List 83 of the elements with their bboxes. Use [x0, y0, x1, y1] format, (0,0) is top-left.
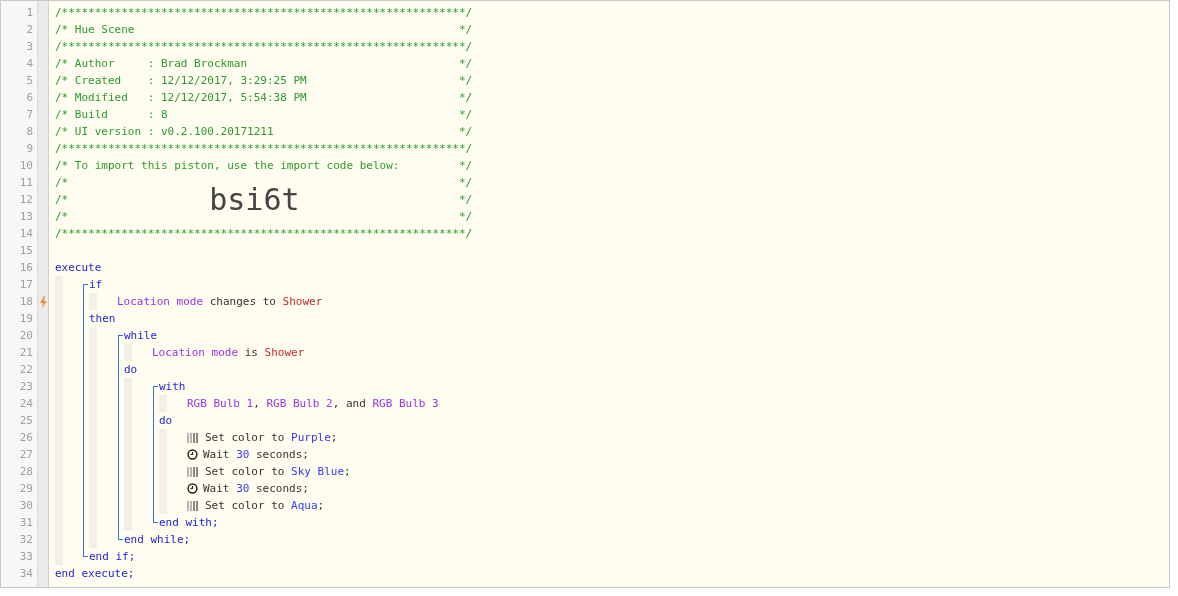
comment-text: */ — [459, 209, 473, 225]
keyword: if — [89, 277, 104, 293]
code-line: Set color to Aqua; — [187, 497, 351, 514]
line-number: 12 — [18, 192, 34, 208]
comment-text: /*************************************************************/ — [55, 141, 473, 157]
code-line: Wait 30 seconds; — [187, 446, 351, 463]
comment-text: /* Hue Scene — [55, 22, 135, 38]
comment-text: */ — [459, 175, 473, 191]
comment-text: */ — [458, 124, 473, 140]
comment-text: */ — [458, 90, 473, 106]
line-number: 26 — [18, 430, 34, 446]
line-number: 20 — [18, 328, 34, 344]
line-number: 29 — [18, 481, 34, 497]
line-number: 28 — [18, 464, 34, 480]
keyword: with — [159, 379, 187, 395]
keyword: end if; — [89, 549, 137, 565]
comment-text: */ — [458, 158, 473, 174]
keyword: then — [89, 311, 117, 327]
keyword: end while; — [124, 532, 192, 548]
code-line: Set color to Sky Blue; — [187, 463, 351, 480]
comment-text: /* Build : 8 — [55, 107, 168, 123]
line-number: 17 — [18, 277, 34, 293]
line-number: 24 — [18, 396, 34, 412]
comment-text: /* To import this piston, use the import code below: — [55, 158, 400, 174]
line-number: 18 — [18, 294, 34, 310]
comment-text: /*************************************************************/ — [55, 39, 473, 55]
code-line: Location mode changes to Shower — [117, 294, 323, 310]
keyword: execute — [55, 260, 103, 276]
comment-text: /* — [55, 209, 69, 225]
code-line: Set color to Purple; — [187, 429, 351, 446]
comment-text: */ — [459, 192, 473, 208]
line-number: 34 — [18, 566, 34, 582]
line-number: 3 — [25, 39, 34, 55]
keyword: do — [159, 413, 174, 429]
keyword: while — [124, 328, 159, 344]
line-number: 22 — [18, 362, 34, 378]
line-number: 5 — [25, 73, 34, 89]
line-number: 23 — [18, 379, 34, 395]
line-number: 25 — [18, 413, 34, 429]
line-number: 30 — [18, 498, 34, 514]
code-line: Location mode is Shower — [152, 345, 305, 361]
code-line: RGB Bulb 1, RGB Bulb 2, and RGB Bulb 3 — [187, 396, 439, 412]
keyword: end execute; — [55, 566, 136, 582]
comment-text: /* Created : 12/12/2017, 3:29:25 PM — [55, 73, 307, 89]
line-number: 8 — [25, 124, 34, 140]
line-number: 19 — [18, 311, 34, 327]
code-line: Wait 30 seconds; — [187, 480, 351, 497]
bars-icon — [187, 466, 199, 477]
line-number: 2 — [25, 22, 34, 38]
comment-text: /* Modified : 12/12/2017, 5:54:38 PM — [55, 90, 307, 106]
import-code: bsi6t — [209, 182, 300, 217]
comment-text: */ — [458, 73, 473, 89]
line-number: 13 — [18, 209, 34, 225]
line-number: 33 — [18, 549, 34, 565]
comment-text: */ — [458, 22, 473, 38]
bars-icon — [187, 500, 199, 511]
line-number: 6 — [25, 90, 34, 106]
clock-icon — [187, 449, 198, 460]
line-number: 15 — [18, 243, 34, 259]
keyword: end with; — [159, 515, 220, 531]
line-number: 27 — [18, 447, 34, 463]
comment-text: /*************************************************************/ — [55, 226, 473, 242]
keyword: do — [124, 362, 139, 378]
bars-icon — [187, 432, 199, 443]
line-number: 10 — [18, 158, 34, 174]
line-number: 16 — [18, 260, 34, 276]
line-number: 7 — [25, 107, 34, 123]
line-number: 1 — [25, 5, 34, 21]
line-number: 21 — [18, 345, 34, 361]
line-number: 32 — [18, 532, 34, 548]
comment-text: /* — [55, 175, 69, 191]
comment-text: /* UI version : v0.2.100.20171211 — [55, 124, 274, 140]
comment-text: /* Author : Brad Brockman — [55, 56, 248, 72]
comment-text: /*************************************************************/ — [55, 5, 473, 21]
line-number: 11 — [18, 175, 34, 191]
clock-icon — [187, 483, 198, 494]
line-number: 31 — [18, 515, 34, 531]
comment-text: /* — [55, 192, 69, 208]
comment-text: */ — [458, 107, 473, 123]
comment-text: */ — [458, 56, 473, 72]
line-number: 4 — [25, 56, 34, 72]
line-number: 14 — [18, 226, 34, 242]
line-number: 9 — [25, 141, 34, 157]
